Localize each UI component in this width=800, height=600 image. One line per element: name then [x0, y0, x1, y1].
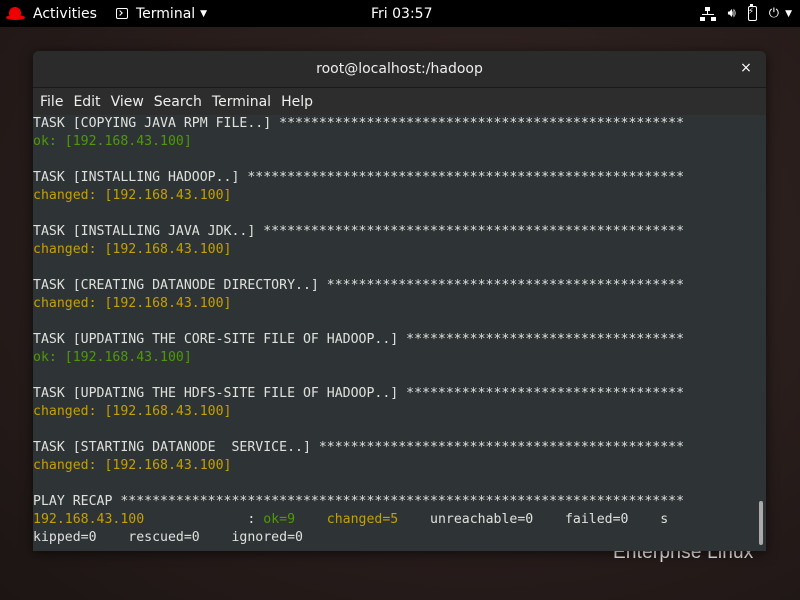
top-bar: Activities Terminal ▼ Fri 03:57 🔊︎ ⏻ ▼ — [0, 0, 800, 27]
terminal-line: kipped=0 rescued=0 ignored=0 — [33, 529, 757, 547]
terminal-line: ok: [192.168.43.100] — [33, 133, 757, 151]
terminal-output[interactable]: TASK [COPYING JAVA RPM FILE..] *********… — [33, 115, 757, 551]
battery-icon — [747, 3, 757, 21]
terminal-text: TASK [UPDATING THE CORE-SITE FILE OF HAD… — [33, 332, 685, 347]
terminal-text: changed=5 — [326, 512, 399, 527]
menu-edit[interactable]: Edit — [72, 94, 107, 110]
menu-file[interactable]: File — [39, 94, 70, 110]
terminal-line: TASK [CREATING DATANODE DIRECTORY..] ***… — [33, 277, 757, 295]
terminal-text: ok: [192.168.43.100] — [33, 350, 192, 365]
terminal-line: 192.168.43.100 : ok=9 changed=5 unreacha… — [33, 511, 757, 529]
terminal-text: ok=9 — [263, 512, 296, 527]
terminal-text: TASK [UPDATING THE HDFS-SITE FILE OF HAD… — [33, 386, 685, 401]
terminal-line: changed: [192.168.43.100] — [33, 187, 757, 205]
terminal-text: TASK [CREATING DATANODE DIRECTORY..] ***… — [33, 278, 685, 293]
chevron-down-icon: ▼ — [785, 8, 792, 19]
network-icon — [699, 6, 716, 22]
terminal-text: changed: [192.168.43.100] — [33, 188, 232, 203]
terminal-text: changed: [192.168.43.100] — [33, 458, 232, 473]
terminal-text: unreachable=0 failed=0 s — [398, 512, 669, 527]
terminal-window[interactable]: root@localhost:/hadoop × File Edit View … — [33, 51, 766, 551]
terminal-line: changed: [192.168.43.100] — [33, 241, 757, 259]
terminal-line: PLAY RECAP *****************************… — [33, 493, 757, 511]
terminal-text: TASK [INSTALLING HADOOP..] *************… — [33, 170, 685, 185]
terminal-text: TASK [COPYING JAVA RPM FILE..] *********… — [33, 116, 685, 131]
terminal-text: changed: [192.168.43.100] — [33, 404, 232, 419]
terminal-text: changed: [192.168.43.100] — [33, 242, 232, 257]
power-icon: ⏻ — [768, 6, 780, 21]
terminal-text: kipped=0 rescued=0 ignored=0 — [33, 530, 303, 545]
terminal-line: TASK [INSTALLING HADOOP..] *************… — [33, 169, 757, 187]
close-icon[interactable]: × — [738, 60, 754, 76]
terminal-icon — [116, 8, 128, 19]
activities-button[interactable]: Activities — [6, 0, 97, 27]
menu-help[interactable]: Help — [280, 94, 320, 110]
terminal-line: TASK [UPDATING THE CORE-SITE FILE OF HAD… — [33, 331, 757, 349]
app-menu-label: Terminal — [136, 5, 196, 22]
app-menu-button[interactable]: Terminal ▼ — [116, 0, 207, 27]
terminal-text: ok: [192.168.43.100] — [33, 134, 192, 149]
terminal-line: TASK [STARTING DATANODE SERVICE..] *****… — [33, 439, 757, 457]
menu-bar: File Edit View Search Terminal Help — [33, 88, 766, 115]
menu-view[interactable]: View — [110, 94, 151, 110]
menu-terminal[interactable]: Terminal — [211, 94, 278, 110]
terminal-text: TASK [INSTALLING JAVA JDK..] ***********… — [33, 224, 685, 239]
window-titlebar[interactable]: root@localhost:/hadoop × — [33, 51, 766, 88]
terminal-text: : — [144, 512, 264, 527]
terminal-text: 192.168.43.100 — [33, 512, 145, 527]
volume-icon: 🔊︎ — [727, 6, 736, 21]
chevron-down-icon: ▼ — [200, 8, 208, 19]
terminal-line: ok: [192.168.43.100] — [33, 349, 757, 367]
scrollbar[interactable] — [757, 115, 766, 551]
system-tray[interactable]: 🔊︎ ⏻ ▼ — [699, 0, 792, 27]
terminal-line: changed: [192.168.43.100] — [33, 403, 757, 421]
scrollbar-thumb[interactable] — [759, 501, 763, 545]
terminal-line: changed: [192.168.43.100] — [33, 457, 757, 475]
terminal-line: TASK [UPDATING THE HDFS-SITE FILE OF HAD… — [33, 385, 757, 403]
redhat-logo-icon — [6, 6, 26, 22]
terminal-text: TASK [STARTING DATANODE SERVICE..] *****… — [33, 440, 685, 455]
terminal-line: TASK [INSTALLING JAVA JDK..] ***********… — [33, 223, 757, 241]
terminal-text: changed: [192.168.43.100] — [33, 296, 232, 311]
terminal-line: changed: [192.168.43.100] — [33, 295, 757, 313]
menu-search[interactable]: Search — [153, 94, 209, 110]
activities-label: Activities — [33, 5, 97, 22]
clock[interactable]: Fri 03:57 — [371, 0, 432, 27]
terminal-line: TASK [COPYING JAVA RPM FILE..] *********… — [33, 115, 757, 133]
window-title: root@localhost:/hadoop — [316, 61, 483, 77]
terminal-text: PLAY RECAP *****************************… — [33, 494, 685, 509]
